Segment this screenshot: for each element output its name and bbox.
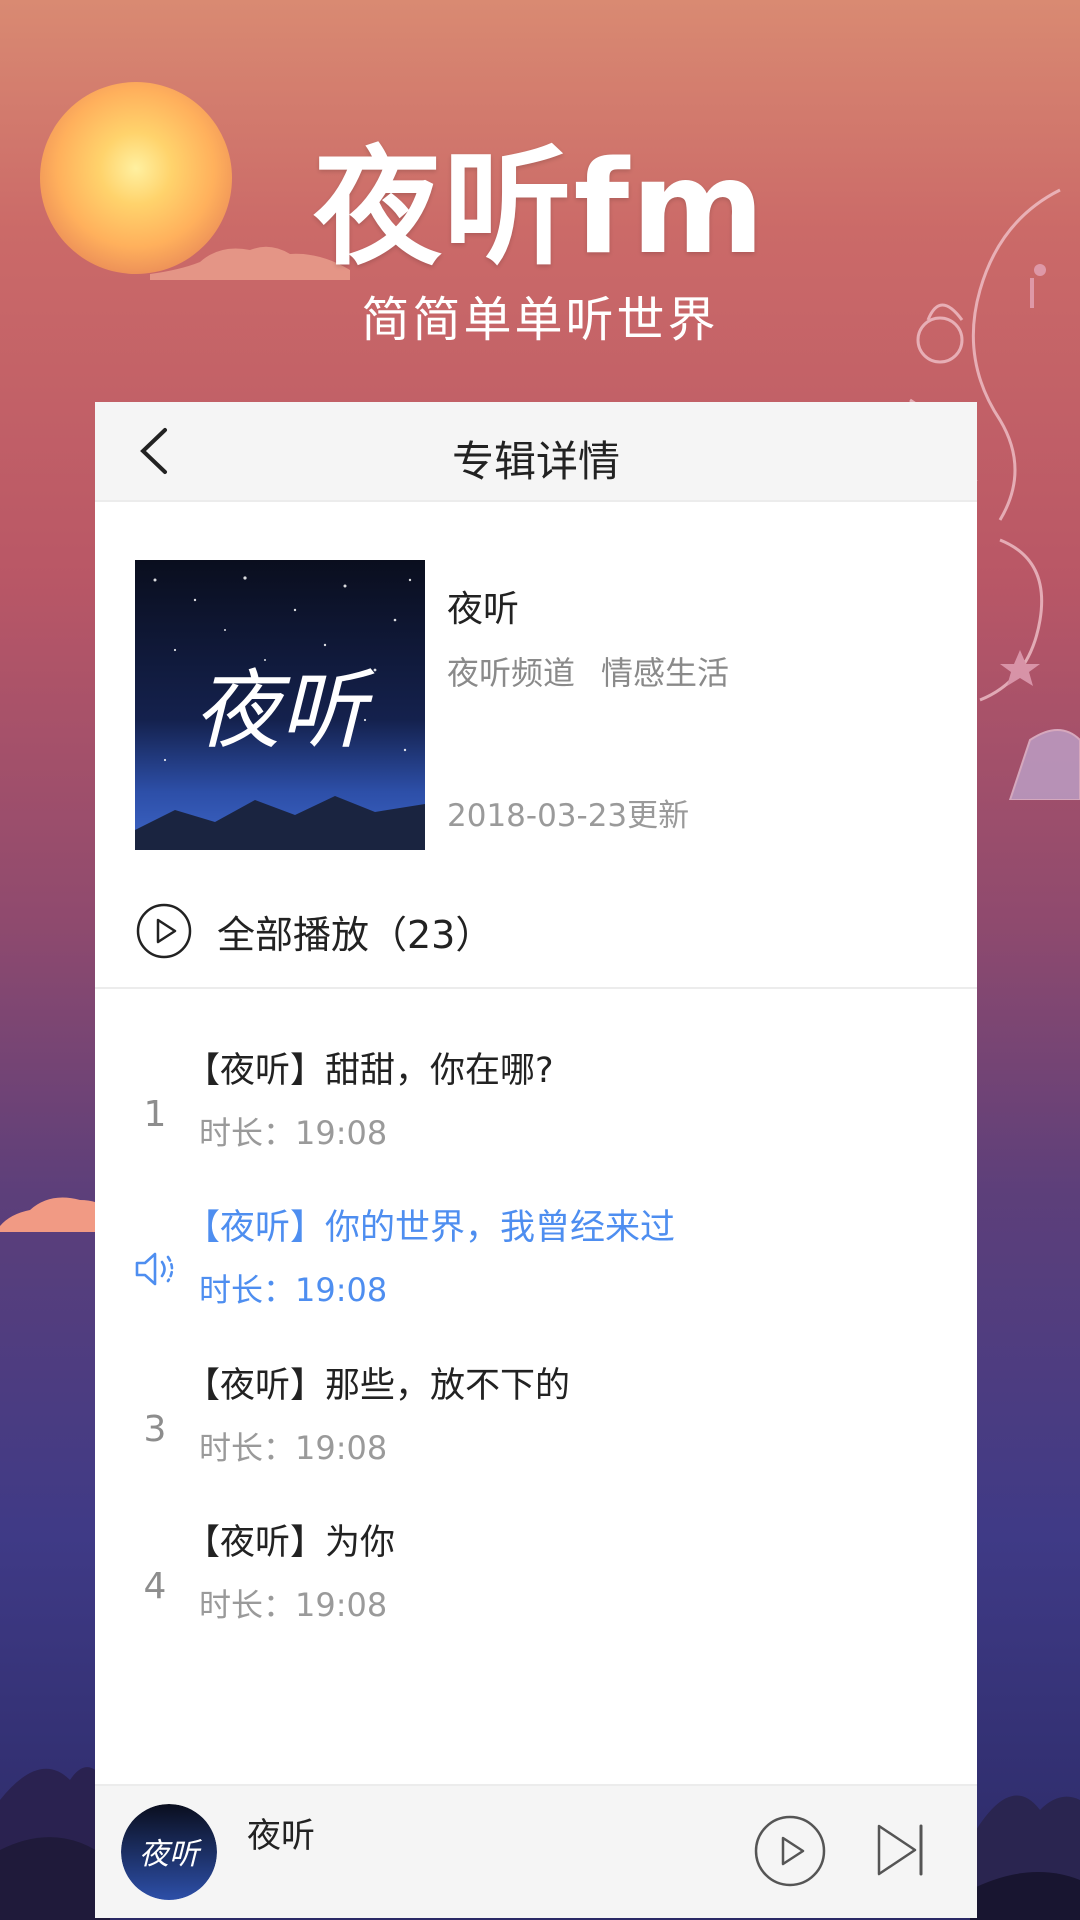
track-row[interactable]: 4 【夜听】为你 时长：19:08 (95, 1514, 977, 1664)
track-duration: 时长：19:08 (199, 1429, 388, 1467)
track-title: 【夜听】那些，放不下的 (185, 1366, 571, 1406)
track-index: 4 (143, 1566, 167, 1607)
play-circle-icon (136, 903, 192, 959)
now-playing-title: 夜听 (247, 1816, 315, 1856)
track-index: 1 (143, 1094, 167, 1135)
play-all-button[interactable]: 全部播放（23） (135, 902, 493, 960)
track-duration: 时长：19:08 (199, 1271, 388, 1309)
album-cover-text: 夜听 (194, 661, 375, 761)
divider (95, 987, 977, 989)
track-row-playing[interactable]: 【夜听】你的世界，我曾经来过 时长：19:08 (95, 1199, 977, 1349)
app-slogan: 简简单单听世界 (361, 292, 719, 348)
mini-player-cover-text: 夜听 (139, 1837, 203, 1872)
track-title: 【夜听】为你 (185, 1523, 396, 1563)
page-title: 专辑详情 (451, 437, 620, 486)
cloud-illustration (0, 1197, 110, 1232)
album-name: 夜听 (447, 589, 520, 630)
track-title: 【夜听】你的世界，我曾经来过 (185, 1208, 676, 1248)
album-cover[interactable]: 夜听 (135, 560, 425, 850)
top-navigation-bar: 专辑详情 (95, 402, 977, 502)
track-duration: 时长：19:08 (199, 1586, 388, 1624)
track-index: 3 (143, 1409, 167, 1450)
play-circle-icon[interactable] (753, 1814, 827, 1888)
track-row[interactable]: 3 【夜听】那些，放不下的 时长：19:08 (95, 1357, 977, 1507)
album-tags: 夜听频道 情感生活 (447, 648, 729, 694)
album-tag[interactable]: 夜听频道 (447, 654, 575, 692)
track-title: 【夜听】甜甜，你在哪? (185, 1051, 554, 1091)
app-brand-title: 夜听fm (313, 134, 767, 283)
mini-player-cover[interactable]: 夜听 (121, 1804, 217, 1900)
album-tag[interactable]: 情感生活 (601, 654, 729, 692)
speaker-icon (135, 1252, 174, 1286)
mini-player-bar: 夜听 夜听 (95, 1784, 977, 1918)
album-detail-screen: 专辑详情 夜听 夜听 夜听频道 情感生活 2018-03-23更新 全部播放（2… (95, 402, 977, 1918)
play-all-label: 全部播放（23） (217, 912, 494, 957)
track-row[interactable]: 1 【夜听】甜甜，你在哪? 时长：19:08 (95, 1042, 977, 1192)
skip-next-icon[interactable] (875, 1822, 925, 1878)
album-update-date: 2018-03-23更新 (447, 798, 690, 834)
track-duration: 时长：19:08 (199, 1114, 388, 1152)
